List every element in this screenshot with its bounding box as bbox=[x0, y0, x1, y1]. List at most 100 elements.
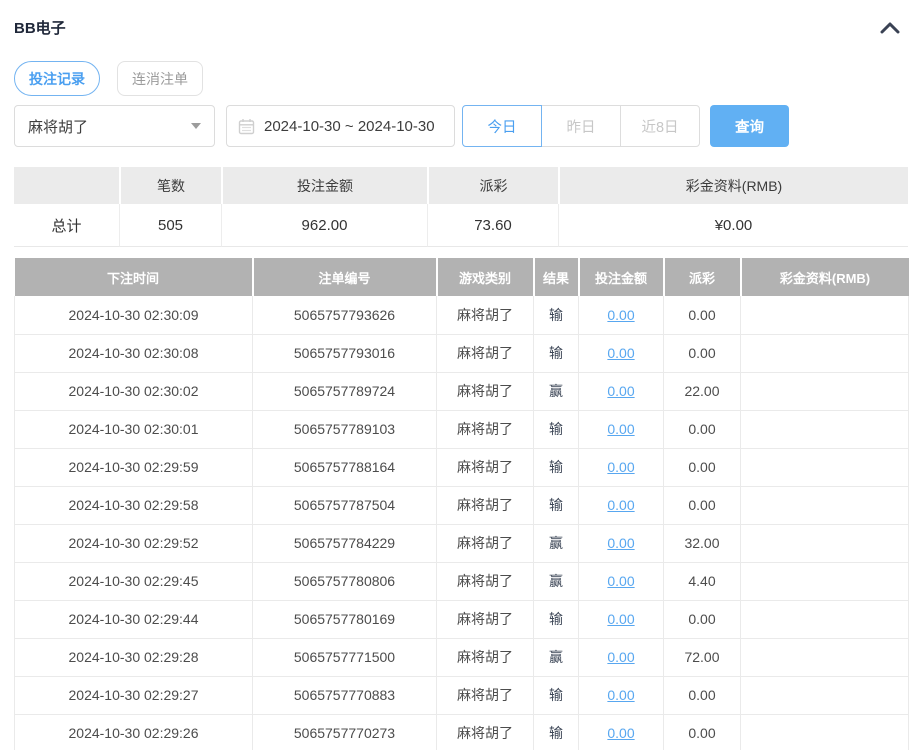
bonus-cell bbox=[740, 334, 909, 373]
bet-amount-cell: 0.00 bbox=[578, 372, 664, 411]
header-payout: 派彩 bbox=[662, 258, 741, 296]
header-bet-id: 注单编号 bbox=[251, 258, 437, 296]
bet-time-cell: 2024-10-30 02:30:01 bbox=[14, 410, 253, 449]
game-type-cell: 麻将胡了 bbox=[436, 714, 534, 750]
bet-amount-link[interactable]: 0.00 bbox=[607, 725, 634, 741]
bet-amount-link[interactable]: 0.00 bbox=[607, 611, 634, 627]
payout-cell: 0.00 bbox=[663, 334, 741, 373]
bet-amount-link[interactable]: 0.00 bbox=[607, 535, 634, 551]
tab-cancelled-orders[interactable]: 连消注单 bbox=[117, 61, 203, 96]
bet-id-cell: 5065757793626 bbox=[252, 296, 437, 335]
summary-total-label: 总计 bbox=[14, 204, 119, 247]
bet-amount-link[interactable]: 0.00 bbox=[607, 459, 634, 475]
bet-time-cell: 2024-10-30 02:29:44 bbox=[14, 600, 253, 639]
bet-records-panel: BB电子 投注记录 连消注单 麻将胡了 2024-10-30 ~ 2024-10… bbox=[0, 0, 915, 750]
bet-time-cell: 2024-10-30 02:30:08 bbox=[14, 334, 253, 373]
bet-amount-cell: 0.00 bbox=[578, 410, 664, 449]
bet-id-cell: 5065757770883 bbox=[252, 676, 437, 715]
bet-time-cell: 2024-10-30 02:30:09 bbox=[14, 296, 253, 335]
chevron-up-icon bbox=[880, 22, 900, 37]
bet-amount-cell: 0.00 bbox=[578, 562, 664, 601]
game-type-cell: 麻将胡了 bbox=[436, 600, 534, 639]
game-type-cell: 麻将胡了 bbox=[436, 448, 534, 487]
game-select[interactable]: 麻将胡了 bbox=[14, 105, 215, 147]
bonus-cell bbox=[740, 562, 909, 601]
bet-id-cell: 5065757780169 bbox=[252, 600, 437, 639]
summary-header-row: 笔数 投注金额 派彩 彩金资料(RMB) bbox=[14, 167, 908, 204]
bonus-cell bbox=[740, 676, 909, 715]
panel-header: BB电子 bbox=[14, 17, 908, 38]
bet-amount-cell: 0.00 bbox=[578, 334, 664, 373]
bet-id-cell: 5065757793016 bbox=[252, 334, 437, 373]
result-cell: 输 bbox=[533, 448, 579, 487]
date-range-picker[interactable]: 2024-10-30 ~ 2024-10-30 bbox=[226, 105, 455, 147]
query-button[interactable]: 查询 bbox=[710, 105, 789, 147]
collapse-button[interactable] bbox=[878, 19, 902, 36]
payout-cell: 22.00 bbox=[663, 372, 741, 411]
summary-header-bet-amount: 投注金额 bbox=[221, 167, 427, 204]
last-8-days-button[interactable]: 近8日 bbox=[620, 105, 700, 147]
table-row: 2024-10-30 02:30:01 5065757789103 麻将胡了 输… bbox=[14, 410, 909, 449]
bet-amount-link[interactable]: 0.00 bbox=[607, 421, 634, 437]
bet-amount-link[interactable]: 0.00 bbox=[607, 649, 634, 665]
bet-time-cell: 2024-10-30 02:30:02 bbox=[14, 372, 253, 411]
game-type-cell: 麻将胡了 bbox=[436, 372, 534, 411]
bet-amount-link[interactable]: 0.00 bbox=[607, 345, 634, 361]
result-cell: 赢 bbox=[533, 638, 579, 677]
result-cell: 输 bbox=[533, 296, 579, 335]
bet-id-cell: 5065757787504 bbox=[252, 486, 437, 525]
bet-id-cell: 5065757789103 bbox=[252, 410, 437, 449]
summary-table: 笔数 投注金额 派彩 彩金资料(RMB) 总计 505 962.00 73.60… bbox=[14, 167, 908, 247]
yesterday-button[interactable]: 昨日 bbox=[541, 105, 621, 147]
summary-total-count: 505 bbox=[119, 204, 221, 247]
payout-cell: 0.00 bbox=[663, 714, 741, 750]
bet-amount-cell: 0.00 bbox=[578, 296, 664, 335]
result-cell: 输 bbox=[533, 334, 579, 373]
payout-cell: 0.00 bbox=[663, 410, 741, 449]
table-row: 2024-10-30 02:30:02 5065757789724 麻将胡了 赢… bbox=[14, 372, 909, 411]
header-result: 结果 bbox=[532, 258, 579, 296]
bet-amount-link[interactable]: 0.00 bbox=[607, 687, 634, 703]
payout-cell: 0.00 bbox=[663, 448, 741, 487]
summary-total-row: 总计 505 962.00 73.60 ¥0.00 bbox=[14, 204, 908, 247]
bet-amount-cell: 0.00 bbox=[578, 524, 664, 563]
date-range-value: 2024-10-30 ~ 2024-10-30 bbox=[264, 117, 435, 135]
result-cell: 赢 bbox=[533, 524, 579, 563]
bet-amount-link[interactable]: 0.00 bbox=[607, 383, 634, 399]
bonus-cell bbox=[740, 448, 909, 487]
today-button[interactable]: 今日 bbox=[462, 105, 542, 147]
game-type-cell: 麻将胡了 bbox=[436, 486, 534, 525]
caret-down-icon bbox=[191, 123, 201, 129]
bet-time-cell: 2024-10-30 02:29:52 bbox=[14, 524, 253, 563]
bet-amount-cell: 0.00 bbox=[578, 448, 664, 487]
filter-bar: 麻将胡了 2024-10-30 ~ 2024-10-30 今日 昨日 近8日 查… bbox=[14, 105, 908, 147]
table-row: 2024-10-30 02:29:59 5065757788164 麻将胡了 输… bbox=[14, 448, 909, 487]
table-header-row: 下注时间 注单编号 游戏类别 结果 投注金额 派彩 彩金资料(RMB) bbox=[14, 258, 909, 296]
bet-id-cell: 5065757784229 bbox=[252, 524, 437, 563]
game-type-cell: 麻将胡了 bbox=[436, 562, 534, 601]
bet-id-cell: 5065757789724 bbox=[252, 372, 437, 411]
bet-amount-link[interactable]: 0.00 bbox=[607, 497, 634, 513]
bet-id-cell: 5065757780806 bbox=[252, 562, 437, 601]
result-cell: 赢 bbox=[533, 372, 579, 411]
tab-bet-records[interactable]: 投注记录 bbox=[14, 61, 100, 96]
summary-total-bet-amount: 962.00 bbox=[221, 204, 427, 247]
bonus-cell bbox=[740, 410, 909, 449]
game-type-cell: 麻将胡了 bbox=[436, 410, 534, 449]
bet-amount-link[interactable]: 0.00 bbox=[607, 307, 634, 323]
game-type-cell: 麻将胡了 bbox=[436, 334, 534, 373]
bonus-cell bbox=[740, 296, 909, 335]
bet-id-cell: 5065757771500 bbox=[252, 638, 437, 677]
payout-cell: 72.00 bbox=[663, 638, 741, 677]
summary-header-empty bbox=[14, 167, 119, 204]
payout-cell: 0.00 bbox=[663, 486, 741, 525]
bonus-cell bbox=[740, 600, 909, 639]
bet-amount-link[interactable]: 0.00 bbox=[607, 573, 634, 589]
result-cell: 输 bbox=[533, 410, 579, 449]
bet-amount-cell: 0.00 bbox=[578, 638, 664, 677]
payout-cell: 0.00 bbox=[663, 296, 741, 335]
bonus-cell bbox=[740, 486, 909, 525]
summary-header-count: 笔数 bbox=[119, 167, 221, 204]
result-cell: 输 bbox=[533, 714, 579, 750]
payout-cell: 0.00 bbox=[663, 676, 741, 715]
